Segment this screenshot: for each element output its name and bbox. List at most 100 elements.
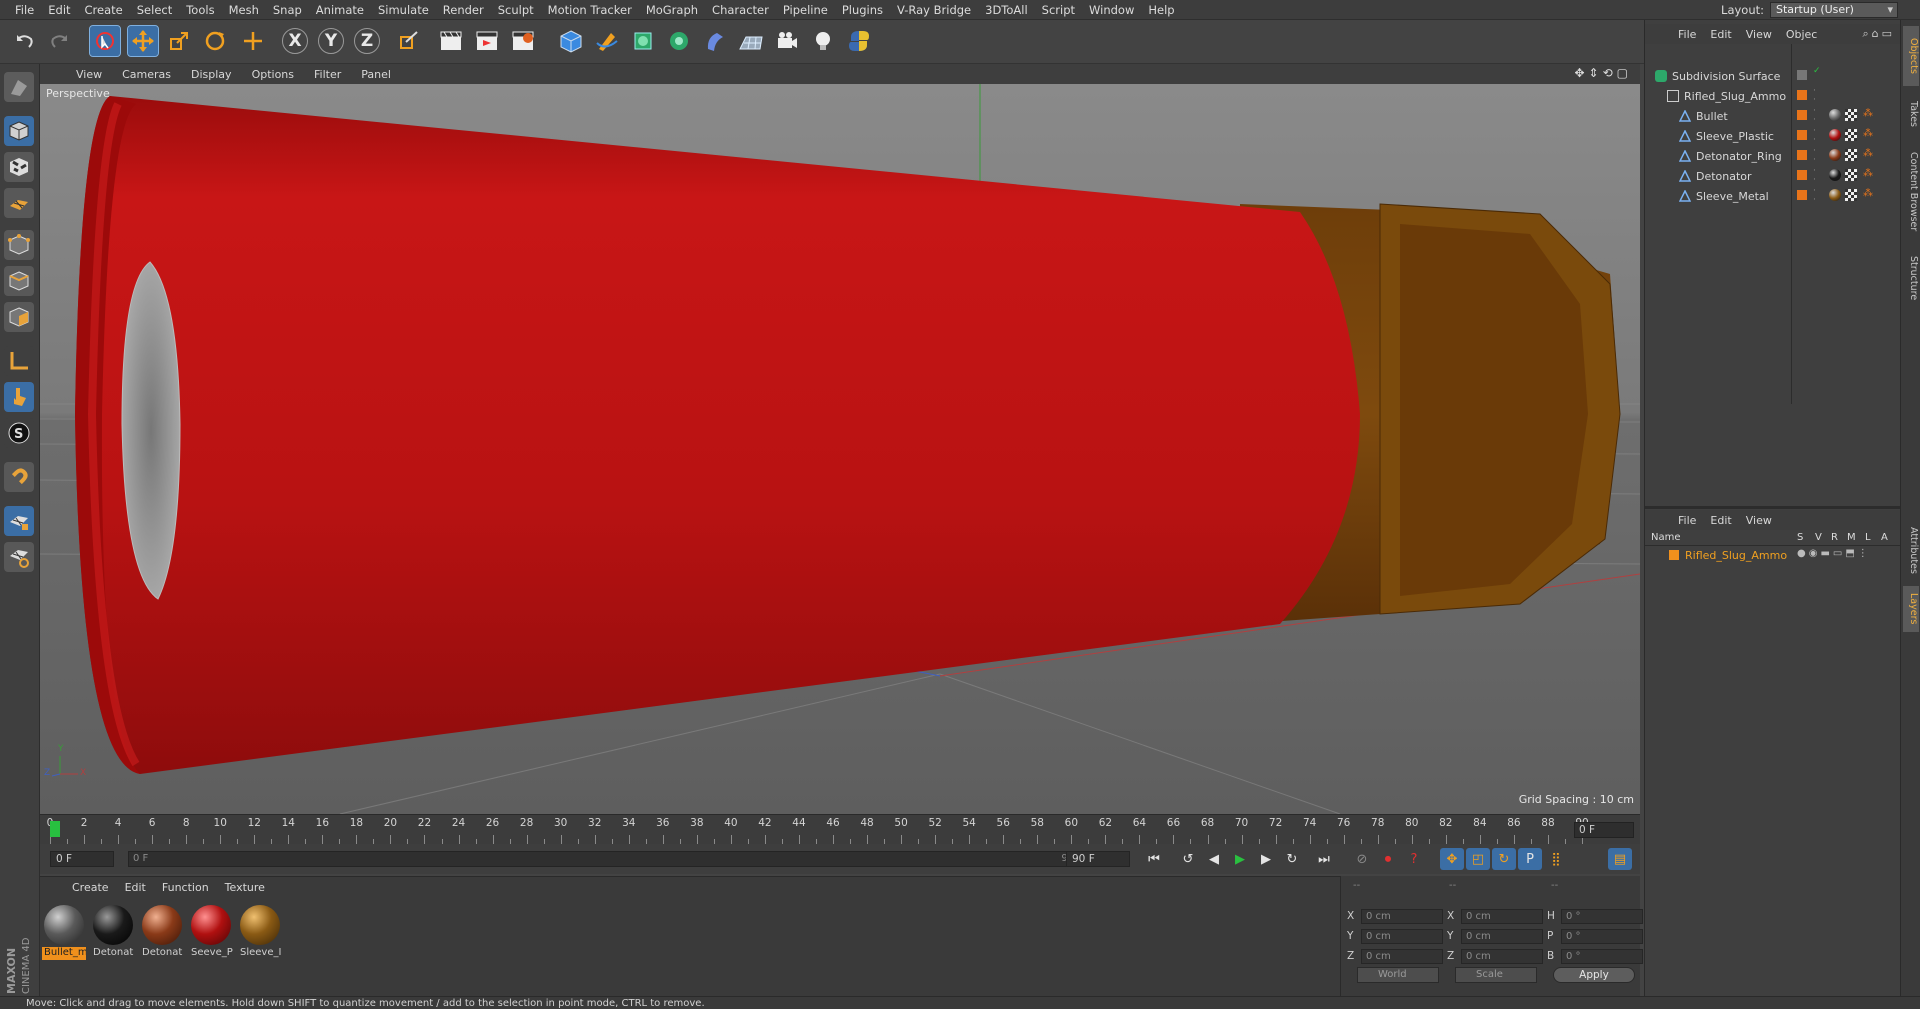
object-row[interactable]: Sleeve_Metal · · ⁂ [1645,186,1901,206]
material-swatch[interactable]: Bullet_m [42,903,86,960]
uvw-tag-icon[interactable] [1845,169,1857,181]
viewport-menu-panel[interactable]: Panel [351,68,401,81]
deformer-icon[interactable] [700,26,730,56]
menu-animate[interactable]: Animate [309,0,371,20]
tab-attributes[interactable]: Attributes [1903,520,1919,580]
workplane-mode-icon[interactable] [4,188,34,218]
magnet-icon[interactable] [4,462,34,492]
viewport-menu-view[interactable]: View [66,68,112,81]
viewport-menu-options[interactable]: Options [242,68,304,81]
coordinate-system-icon[interactable] [394,26,424,56]
material-swatch[interactable]: Detonat [140,903,184,959]
playhead-marker[interactable] [50,821,60,837]
move-tool-icon[interactable] [127,25,159,57]
size-z-field[interactable]: 0 cm [1461,948,1543,964]
visibility-dots-icon[interactable]: · · [1813,127,1816,145]
object-row[interactable]: Bullet · · ⁂ [1645,106,1901,126]
tab-objects[interactable]: Objects [1903,26,1919,86]
next-key-icon[interactable]: ↻ [1280,848,1304,870]
position-z-field[interactable]: 0 cm [1361,948,1443,964]
material-swatch[interactable]: Detonat [91,903,135,959]
rotation-h-field[interactable]: 0 ° [1561,908,1643,924]
om-search-home-icons[interactable]: ⌕⌂▭ [1862,27,1895,41]
rotation-b-field[interactable]: 0 ° [1561,948,1643,964]
menu-character[interactable]: Character [705,0,776,20]
phong-tag-icon[interactable]: ⁂ [1863,128,1873,139]
om-menu-objects[interactable]: Objec [1779,28,1825,41]
next-frame-icon[interactable]: ▶ [1254,848,1278,870]
pen-spline-icon[interactable] [592,26,622,56]
material-menu-edit[interactable]: Edit [117,881,154,894]
model-mode-icon[interactable] [4,116,34,146]
object-row[interactable]: Subdivision Surface ✓ [1645,66,1901,86]
uvw-tag-icon[interactable] [1845,189,1857,201]
python-icon[interactable] [844,26,874,56]
menu-create[interactable]: Create [78,0,130,20]
menu-3dtoall[interactable]: 3DToAll [978,0,1035,20]
size-mode-dropdown[interactable]: Scale [1455,967,1537,983]
viewport-navigation-icons[interactable]: ✥⇕⟲▢ [1574,66,1632,80]
tab-takes[interactable]: Takes [1903,92,1919,136]
om-menu-view[interactable]: View [1739,28,1779,41]
layer-name[interactable]: Rifled_Slug_Ammo [1685,549,1787,562]
cube-primitive-icon[interactable] [556,26,586,56]
object-row[interactable]: Sleeve_Plastic · · ⁂ [1645,126,1901,146]
object-row[interactable]: Rifled_Slug_Ammo · · [1645,86,1901,106]
autokeying-icon[interactable]: ? [1402,848,1426,870]
menu-snap[interactable]: Snap [266,0,309,20]
layer-color-swatch[interactable] [1669,550,1679,560]
material-tag-icon[interactable] [1829,129,1841,141]
material-tag-icon[interactable] [1829,169,1841,181]
panel-splitter[interactable] [1645,506,1901,509]
material-tag-icon[interactable] [1829,109,1841,121]
layer-color-tag[interactable] [1797,110,1807,120]
size-y-field[interactable]: 0 cm [1461,928,1543,944]
snap-icon[interactable]: S [4,418,34,448]
viewport-menu-display[interactable]: Display [181,68,242,81]
rotation-p-field[interactable]: 0 ° [1561,928,1643,944]
om-menu-file[interactable]: File [1671,28,1703,41]
layer-color-tag[interactable] [1797,150,1807,160]
record-position-icon[interactable]: ✥ [1440,848,1464,870]
phong-tag-icon[interactable]: ⁂ [1863,188,1873,199]
start-frame-field[interactable]: 0 F [50,851,114,867]
scale-tool-icon[interactable] [164,26,194,56]
layer-color-tag[interactable] [1797,90,1807,100]
uvw-tag-icon[interactable] [1845,109,1857,121]
render-settings-icon[interactable] [508,26,538,56]
points-mode-icon[interactable] [4,230,34,260]
redo-icon[interactable] [44,26,74,56]
record-parameter-icon[interactable]: P [1518,848,1542,870]
recent-tool-icon[interactable] [238,26,268,56]
render-view-icon[interactable] [436,26,466,56]
texture-mode-icon[interactable] [4,152,34,182]
camera-icon[interactable] [772,26,802,56]
floor-scene-icon[interactable] [736,26,766,56]
make-editable-icon[interactable] [4,72,34,102]
menu-plugins[interactable]: Plugins [835,0,890,20]
lm-menu-file[interactable]: File [1671,514,1703,527]
end-frame-field[interactable]: 90 F [1066,851,1130,867]
layer-flags-icons[interactable]: ●◉▬▭⬒⋮ [1797,548,1871,559]
tab-content-browser[interactable]: Content Browser [1903,142,1919,242]
phong-tag-icon[interactable]: ⁂ [1863,108,1873,119]
timeline-window-icon[interactable]: ▤ [1608,848,1632,870]
coordinate-space-dropdown[interactable]: World [1357,967,1439,983]
keyframe-selection-icon[interactable]: ⊘ [1350,848,1374,870]
visibility-dots-icon[interactable]: · · [1813,187,1816,205]
go-to-end-icon[interactable]: ⏭ [1312,848,1336,870]
layer-color-tag[interactable] [1797,130,1807,140]
record-rotation-icon[interactable]: ↻ [1492,848,1516,870]
live-selection-icon[interactable] [89,25,121,57]
phong-tag-icon[interactable]: ⁂ [1863,148,1873,159]
planar-workplane-icon[interactable] [4,542,34,572]
menu-edit[interactable]: Edit [41,0,77,20]
y-axis-lock-icon[interactable]: Y [318,28,344,54]
axis-mode-icon[interactable] [4,346,34,376]
frame-ruler[interactable]: 0246810121416182022242628303234363840424… [47,815,1589,845]
om-menu-edit[interactable]: Edit [1703,28,1738,41]
go-to-start-icon[interactable]: ⏮ [1142,848,1166,870]
layer-color-tag[interactable] [1797,190,1807,200]
visibility-dots-icon[interactable]: ✓ [1813,67,1821,76]
layer-color-tag[interactable] [1797,70,1807,80]
